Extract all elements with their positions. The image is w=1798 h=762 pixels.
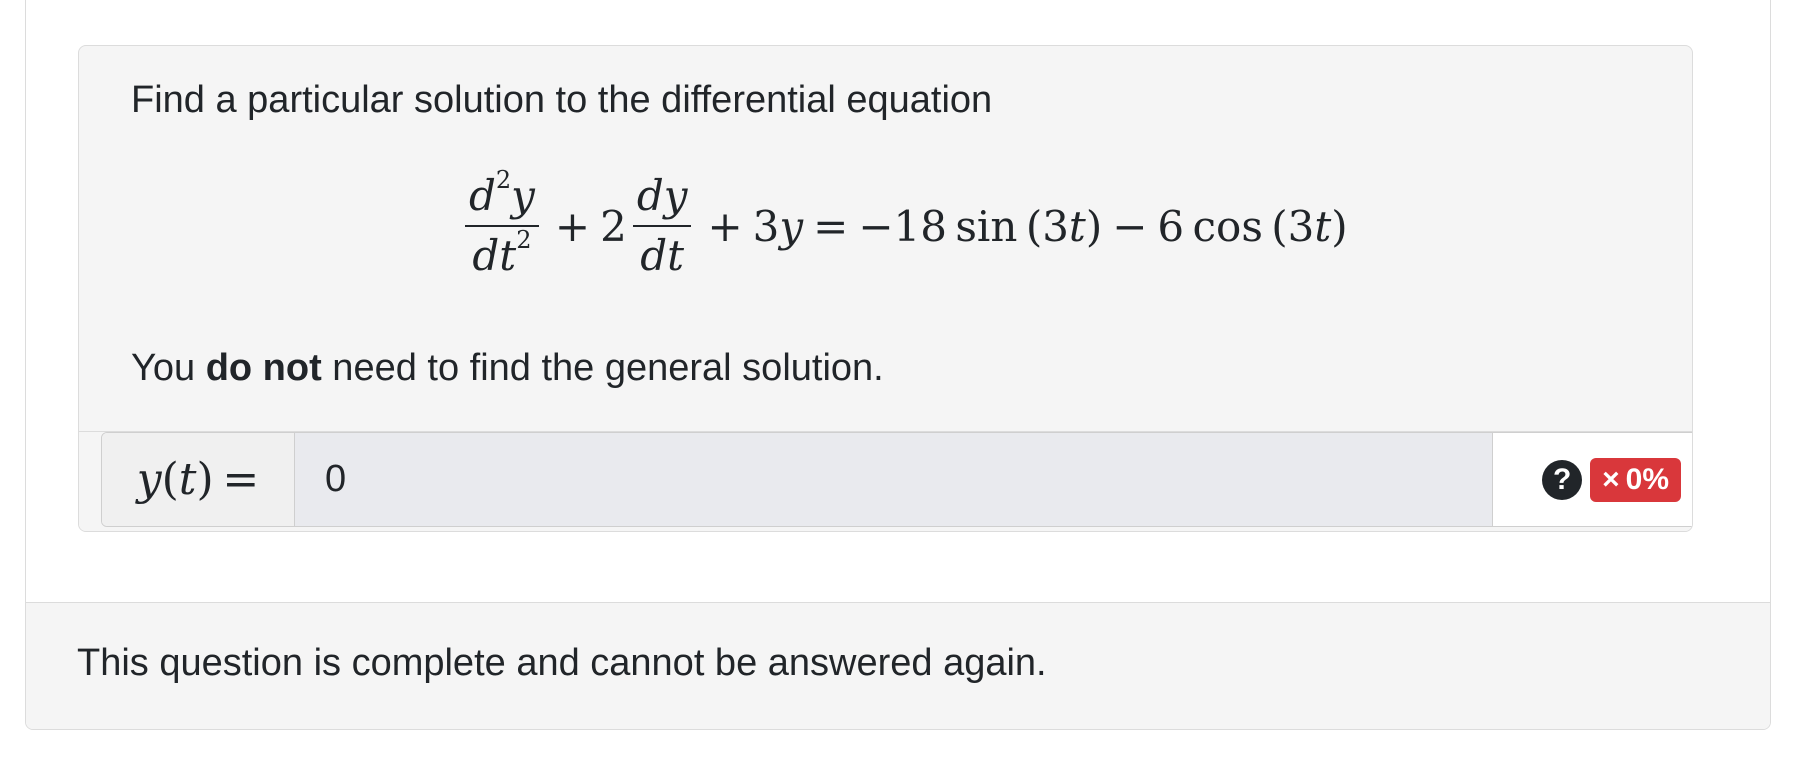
question-card: Find a particular solution to the differ…: [25, 0, 1771, 730]
score-badge: × 0%: [1590, 457, 1681, 502]
second-derivative-numerator: d2y: [465, 168, 539, 227]
first-derivative-fraction: dy dt: [632, 173, 692, 280]
answer-input-group: y(t) = ? × 0%: [101, 432, 1692, 527]
completion-message: This question is complete and cannot be …: [77, 642, 1047, 684]
term-3y: 3y: [752, 201, 804, 251]
minus-operator: −: [1112, 201, 1148, 251]
answer-input[interactable]: [295, 433, 1493, 526]
first-derivative-denominator: dt: [640, 231, 685, 280]
answer-status-addon: ? × 0%: [1493, 433, 1692, 526]
rhs-cosine-term: 6 cos (3t): [1157, 201, 1348, 251]
incorrect-x-icon: ×: [1602, 462, 1620, 496]
first-derivative-numerator: dy: [632, 173, 692, 227]
card-footer: This question is complete and cannot be …: [26, 602, 1770, 729]
score-value: 0%: [1625, 462, 1669, 496]
plus-operator: +: [554, 201, 591, 251]
second-derivative-denominator: dt2: [472, 226, 532, 280]
coefficient-2: 2: [600, 201, 627, 251]
equals-sign: =: [813, 201, 849, 251]
plus-operator-2: +: [707, 201, 743, 251]
answer-row: y(t) = ? × 0%: [79, 431, 1692, 531]
question-prompt: Find a particular solution to the differ…: [131, 79, 993, 121]
second-derivative-fraction: d2y dt2: [465, 168, 539, 280]
help-icon[interactable]: ?: [1542, 459, 1583, 500]
answer-label: y(t) =: [102, 433, 295, 526]
rhs-sine-term: −18 sin (3t): [858, 201, 1103, 251]
differential-equation: d2y dt2 + 2 dy dt + 3y = −18 sin (3t) − …: [459, 166, 1348, 286]
card-body: Find a particular solution to the differ…: [26, 0, 1770, 602]
question-panel: Find a particular solution to the differ…: [78, 45, 1693, 532]
question-note: You do not need to find the general solu…: [131, 347, 884, 389]
note-emphasis: do not: [205, 347, 322, 389]
